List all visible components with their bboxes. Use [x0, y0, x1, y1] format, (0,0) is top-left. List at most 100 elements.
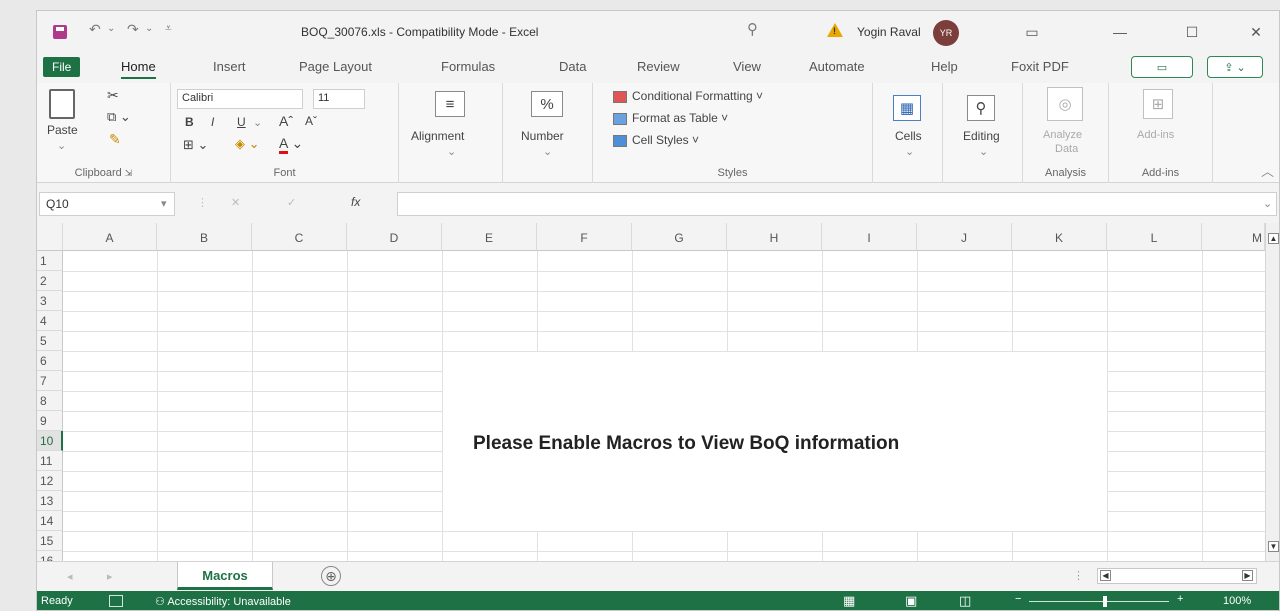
cut-icon[interactable]: ✂: [107, 87, 119, 104]
scroll-left-icon[interactable]: ◀: [1100, 570, 1111, 581]
next-sheet-icon[interactable]: ▸: [107, 570, 113, 583]
row-header[interactable]: 8: [37, 391, 63, 411]
row-header[interactable]: 11: [37, 451, 63, 471]
tab-view[interactable]: View: [733, 59, 761, 74]
search-icon[interactable]: ⚲: [747, 20, 758, 38]
tab-insert[interactable]: Insert: [213, 59, 246, 74]
redo-icon[interactable]: ↷: [127, 21, 139, 38]
add-sheet-icon[interactable]: ⊕: [321, 566, 341, 586]
maximize-button[interactable]: ☐: [1177, 21, 1207, 43]
column-header[interactable]: B: [157, 223, 252, 251]
tab-data[interactable]: Data: [559, 59, 586, 74]
tab-help[interactable]: Help: [931, 59, 958, 74]
tab-home[interactable]: Home: [121, 59, 156, 79]
column-header[interactable]: K: [1012, 223, 1107, 251]
collapse-ribbon-icon[interactable]: ︿: [1261, 161, 1274, 180]
comments-button[interactable]: ▭: [1131, 56, 1193, 78]
number-dropdown-icon[interactable]: ⌄: [543, 145, 552, 158]
tab-page-layout[interactable]: Page Layout: [299, 59, 372, 74]
borders-icon[interactable]: ⊞ ⌄: [183, 137, 208, 153]
paste-button-label[interactable]: Paste: [47, 123, 78, 137]
vertical-scrollbar[interactable]: ▲ ▼: [1265, 223, 1279, 561]
avatar[interactable]: YR: [933, 20, 959, 46]
bold-button[interactable]: B: [185, 115, 194, 129]
enter-icon[interactable]: ✓: [287, 196, 296, 209]
ribbon-display-icon[interactable]: ▭: [1017, 21, 1047, 43]
zoom-level[interactable]: 100%: [1223, 595, 1251, 607]
row-header[interactable]: 14: [37, 511, 63, 531]
accessibility-status[interactable]: ⚇ Accessibility: Unavailable: [155, 595, 291, 608]
prev-sheet-icon[interactable]: ◂: [67, 570, 73, 583]
font-color-icon[interactable]: A ⌄: [279, 135, 303, 154]
row-header[interactable]: 15: [37, 531, 63, 551]
decrease-font-button[interactable]: Aˇ: [305, 114, 317, 128]
editing-button-label[interactable]: Editing: [963, 129, 1000, 143]
row-header[interactable]: 6: [37, 351, 63, 371]
worksheet-grid[interactable]: A B C D E F G H I J K L M 1 2 3 4 5 6 7 …: [37, 223, 1279, 561]
name-box-dropdown-icon[interactable]: ▾: [161, 197, 167, 210]
conditional-formatting-button[interactable]: Conditional Formatting ˅: [613, 89, 763, 103]
zoom-slider-thumb[interactable]: [1103, 596, 1107, 607]
row-header[interactable]: 4: [37, 311, 63, 331]
normal-view-icon[interactable]: ▦: [843, 593, 855, 609]
alignment-dropdown-icon[interactable]: ⌄: [447, 145, 456, 158]
column-header[interactable]: I: [822, 223, 917, 251]
horizontal-scrollbar[interactable]: ◀ ▶: [1097, 568, 1257, 584]
editing-dropdown-icon[interactable]: ⌄: [979, 145, 988, 158]
copy-icon[interactable]: ⧉ ⌄: [107, 109, 131, 125]
row-header[interactable]: 1: [37, 251, 63, 271]
warning-icon[interactable]: !: [827, 23, 843, 37]
column-header[interactable]: D: [347, 223, 442, 251]
page-layout-view-icon[interactable]: ▣: [905, 593, 917, 609]
scroll-up-icon[interactable]: ▲: [1268, 233, 1279, 244]
row-header[interactable]: 2: [37, 271, 63, 291]
save-icon[interactable]: [53, 25, 67, 39]
font-name-dropdown[interactable]: Calibri: [177, 89, 303, 109]
cancel-icon[interactable]: ✕: [231, 196, 240, 209]
column-header[interactable]: F: [537, 223, 632, 251]
underline-dropdown-icon[interactable]: ⌄: [253, 116, 262, 129]
row-header[interactable]: 12: [37, 471, 63, 491]
fill-color-icon[interactable]: ◈ ⌄: [235, 136, 260, 152]
column-header[interactable]: J: [917, 223, 1012, 251]
column-header[interactable]: H: [727, 223, 822, 251]
number-button-label[interactable]: Number: [521, 129, 564, 143]
row-header[interactable]: 5: [37, 331, 63, 351]
share-button[interactable]: ⇪ ⌄: [1207, 56, 1263, 78]
customize-qat-icon[interactable]: ⩡: [165, 21, 172, 36]
zoom-slider[interactable]: [1029, 601, 1169, 602]
paste-icon[interactable]: [49, 89, 75, 119]
formula-input[interactable]: [397, 192, 1277, 216]
macro-record-icon[interactable]: [109, 595, 123, 607]
column-header[interactable]: M: [1202, 223, 1265, 251]
increase-font-button[interactable]: Aˆ: [279, 113, 293, 129]
format-as-table-button[interactable]: Format as Table ˅: [613, 111, 728, 125]
tab-formulas[interactable]: Formulas: [441, 59, 495, 74]
tab-file[interactable]: File: [43, 57, 81, 77]
cell-styles-button[interactable]: Cell Styles ˅: [613, 133, 699, 147]
expand-formula-bar-icon[interactable]: ⌄: [1263, 197, 1272, 210]
format-painter-icon[interactable]: ✎: [109, 131, 121, 148]
column-header[interactable]: C: [252, 223, 347, 251]
row-header[interactable]: 13: [37, 491, 63, 511]
italic-button[interactable]: I: [211, 115, 214, 129]
insert-function-icon[interactable]: fx: [351, 195, 360, 209]
column-header[interactable]: A: [63, 223, 157, 251]
minimize-button[interactable]: —: [1105, 21, 1135, 43]
alignment-button-label[interactable]: Alignment: [411, 129, 464, 143]
scroll-right-icon[interactable]: ▶: [1242, 570, 1253, 581]
row-header[interactable]: 16: [37, 551, 63, 561]
name-box[interactable]: Q10: [39, 192, 175, 216]
tab-split-icon[interactable]: ⋮: [1073, 569, 1084, 582]
percent-icon[interactable]: %: [531, 91, 563, 117]
row-header[interactable]: 3: [37, 291, 63, 311]
tab-automate[interactable]: Automate: [809, 59, 865, 74]
page-break-view-icon[interactable]: ◫: [959, 593, 971, 609]
find-icon[interactable]: ⚲: [967, 95, 995, 121]
select-all-corner[interactable]: [37, 223, 63, 251]
zoom-in-icon[interactable]: +: [1177, 593, 1183, 605]
undo-dropdown-icon[interactable]: ⌄: [107, 23, 115, 34]
row-header[interactable]: 7: [37, 371, 63, 391]
redo-dropdown-icon[interactable]: ⌄: [145, 23, 153, 34]
zoom-out-icon[interactable]: −: [1015, 593, 1021, 605]
